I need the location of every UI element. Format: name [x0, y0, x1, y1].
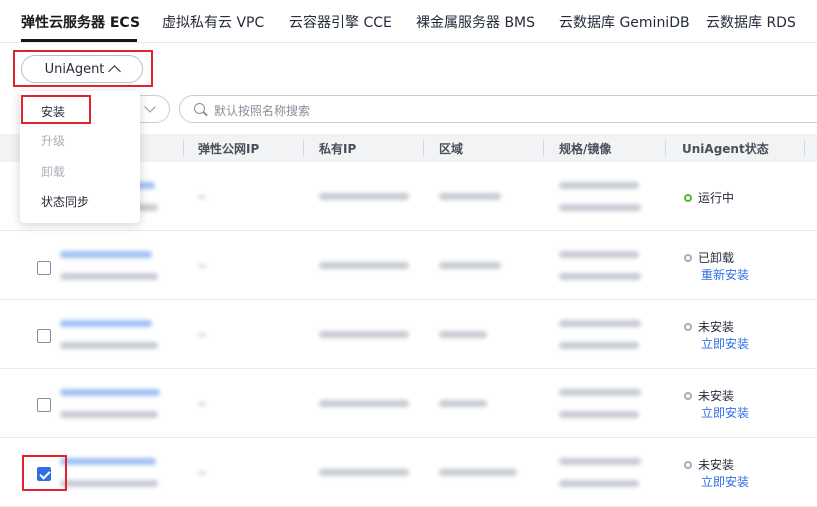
- redacted-eip: [198, 196, 206, 198]
- redacted-region: [439, 469, 517, 476]
- uniagent-status: 未安装: [684, 387, 734, 404]
- redacted-region: [439, 400, 487, 407]
- redacted-instance-id: [60, 480, 158, 487]
- status-not-installed-icon: [684, 322, 692, 331]
- column-header-uniagent-status: UniAgent状态: [682, 142, 769, 156]
- redacted-eip: [198, 472, 206, 474]
- table-row: 已卸载 重新安装: [0, 231, 817, 300]
- redacted-private-ip: [319, 262, 409, 269]
- redacted-instance-name: [60, 458, 156, 465]
- column-header-spec: 规格/镜像: [559, 142, 612, 156]
- column-header-region: 区域: [439, 142, 464, 156]
- redacted-eip: [198, 265, 206, 267]
- uniagent-button-label: UniAgent: [44, 61, 105, 77]
- redacted-image: [559, 480, 639, 487]
- redacted-private-ip: [319, 469, 409, 476]
- install-now-link[interactable]: 立即安装: [701, 473, 749, 490]
- status-not-installed-icon: [684, 391, 692, 400]
- table-row: 未安装 立即安装: [0, 300, 817, 369]
- redacted-region: [439, 262, 501, 269]
- column-divider: [303, 140, 304, 156]
- redacted-region: [439, 193, 501, 200]
- tab-geminidb[interactable]: 云数据库 GeminiDB: [559, 12, 690, 32]
- column-divider: [423, 140, 424, 156]
- column-divider: [665, 140, 666, 156]
- chevron-up-icon: [108, 65, 122, 78]
- status-uninstalled-icon: [684, 253, 692, 262]
- active-tab-indicator: [21, 39, 137, 42]
- redacted-private-ip: [319, 193, 409, 200]
- redacted-spec: [559, 320, 641, 327]
- uniagent-status: 未安装: [684, 318, 734, 335]
- highlight-box-checkbox: [22, 455, 67, 491]
- reinstall-link[interactable]: 重新安装: [701, 266, 749, 283]
- status-text: 运行中: [698, 191, 735, 205]
- redacted-eip: [198, 334, 206, 336]
- search-placeholder: 默认按照名称搜索: [214, 104, 311, 118]
- redacted-spec: [559, 389, 641, 396]
- status-not-installed-icon: [684, 460, 692, 469]
- status-text: 未安装: [698, 320, 735, 334]
- search-input[interactable]: 默认按照名称搜索: [179, 95, 817, 123]
- redacted-region: [439, 331, 487, 338]
- redacted-instance-id: [60, 273, 158, 280]
- redacted-private-ip: [319, 400, 409, 407]
- table-row: 未安装 立即安装: [0, 438, 817, 507]
- row-checkbox[interactable]: [37, 261, 51, 275]
- redacted-instance-id: [60, 411, 158, 418]
- install-now-link[interactable]: 立即安装: [701, 404, 749, 421]
- redacted-spec: [559, 251, 639, 258]
- menu-item-upgrade: 升级: [41, 134, 66, 148]
- search-icon: [194, 103, 205, 114]
- column-divider: [543, 140, 544, 156]
- redacted-spec: [559, 182, 639, 189]
- menu-item-sync-status[interactable]: 状态同步: [41, 193, 89, 210]
- redacted-image: [559, 204, 641, 211]
- tab-rds[interactable]: 云数据库 RDS: [706, 12, 796, 32]
- uniagent-status: 已卸载: [684, 249, 734, 266]
- redacted-eip: [198, 403, 206, 405]
- chevron-down-icon: [144, 101, 156, 113]
- column-header-eip: 弹性公网IP: [198, 142, 260, 156]
- column-divider: [804, 140, 805, 156]
- install-now-link[interactable]: 立即安装: [701, 335, 749, 352]
- redacted-image: [559, 342, 639, 349]
- redacted-instance-id: [60, 342, 158, 349]
- redacted-image: [559, 411, 639, 418]
- redacted-image: [559, 273, 641, 280]
- column-divider: [183, 140, 184, 156]
- table-row: 未安装 立即安装: [0, 369, 817, 438]
- status-running-icon: [684, 193, 692, 202]
- tab-vpc[interactable]: 虚拟私有云 VPC: [162, 12, 264, 32]
- filter-select[interactable]: [140, 95, 170, 123]
- row-checkbox[interactable]: [37, 329, 51, 343]
- service-tab-bar: 弹性云服务器 ECS 虚拟私有云 VPC 云容器引擎 CCE 裸金属服务器 BM…: [0, 0, 817, 43]
- tab-bms[interactable]: 裸金属服务器 BMS: [416, 12, 535, 32]
- column-header-private-ip: 私有IP: [319, 142, 357, 156]
- status-text: 已卸载: [698, 251, 735, 265]
- redacted-instance-name: [60, 320, 152, 327]
- redacted-private-ip: [319, 331, 409, 338]
- uniagent-status: 运行中: [684, 189, 734, 206]
- uniagent-dropdown-button[interactable]: UniAgent: [21, 55, 143, 83]
- row-checkbox[interactable]: [37, 398, 51, 412]
- status-text: 未安装: [698, 389, 735, 403]
- tab-cce[interactable]: 云容器引擎 CCE: [289, 12, 392, 32]
- tab-ecs[interactable]: 弹性云服务器 ECS: [21, 12, 140, 32]
- redacted-instance-name: [60, 389, 160, 396]
- status-text: 未安装: [698, 458, 735, 472]
- redacted-instance-name: [60, 251, 152, 258]
- menu-item-uninstall: 卸载: [41, 165, 66, 179]
- uniagent-status: 未安装: [684, 456, 734, 473]
- redacted-spec: [559, 458, 641, 465]
- highlight-box-install: [21, 95, 91, 124]
